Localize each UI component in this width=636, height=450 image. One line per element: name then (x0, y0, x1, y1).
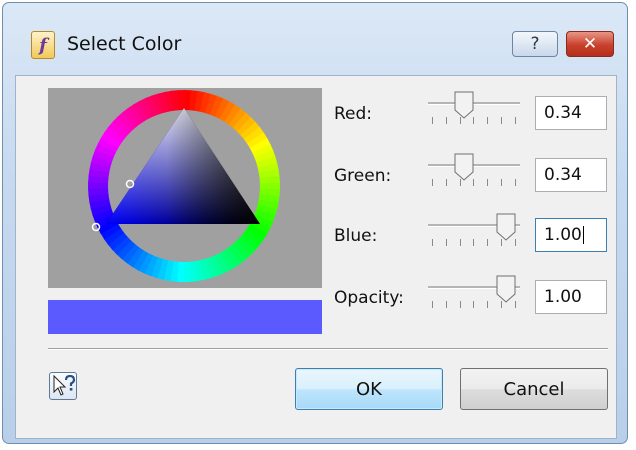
green-slider[interactable] (428, 146, 520, 198)
green-label: Green: (334, 166, 392, 186)
opacity-value-field[interactable]: 1.00 (535, 280, 607, 314)
window-title: Select Color (67, 33, 182, 55)
blue-slider[interactable] (428, 206, 520, 258)
app-formula-icon: f (31, 31, 55, 59)
whats-this-help-icon (53, 374, 76, 396)
question-mark-icon: ? (530, 34, 540, 54)
slider-thumb[interactable] (495, 212, 517, 242)
close-icon: ✕ (582, 34, 598, 54)
text-caret (582, 226, 584, 244)
opacity-slider[interactable] (428, 268, 520, 320)
hue-segment (177, 90, 186, 111)
opacity-label: Opacity: (334, 288, 404, 308)
title-help-button[interactable]: ? (512, 31, 558, 57)
slider-thumb[interactable] (453, 90, 475, 120)
blue-label: Blue: (334, 226, 378, 246)
blue-value-field[interactable]: 1.00 (535, 218, 607, 252)
red-value-field[interactable]: 0.34 (535, 96, 607, 130)
close-button[interactable]: ✕ (566, 31, 614, 57)
slider-thumb[interactable] (453, 152, 475, 182)
green-value-field[interactable]: 0.34 (535, 158, 607, 192)
blue-value-text: 1.00 (544, 225, 582, 245)
red-slider[interactable] (428, 84, 520, 136)
color-preview-swatch (48, 300, 322, 334)
color-wheel-panel[interactable] (48, 88, 322, 288)
cancel-button[interactable]: Cancel (460, 368, 608, 410)
whats-this-help-button[interactable] (49, 372, 77, 400)
title-bar[interactable]: f Select Color ? ✕ (3, 3, 627, 79)
dialog-body: Red: 0.34 Green: 0.34 Blue: 1.00 Opacity… (15, 75, 617, 439)
red-label: Red: (334, 104, 373, 124)
separator (48, 348, 608, 350)
color-wheel[interactable] (48, 88, 322, 288)
slider-thumb[interactable] (495, 274, 517, 304)
ok-button[interactable]: OK (295, 368, 443, 410)
color-marker[interactable] (125, 179, 135, 189)
select-color-dialog: f Select Color ? ✕ Red: 0.34 Green: 0.34… (2, 2, 628, 444)
